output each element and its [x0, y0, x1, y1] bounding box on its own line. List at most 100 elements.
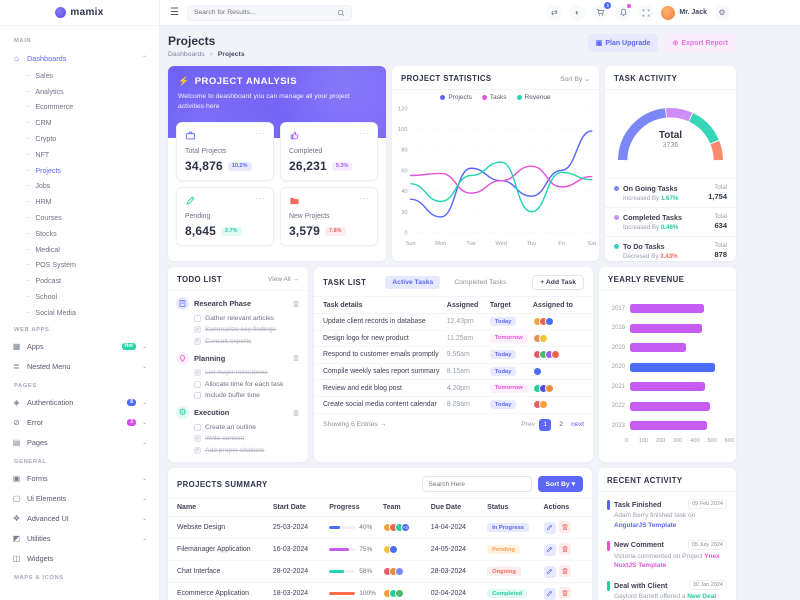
cart-icon[interactable]: 5: [592, 5, 608, 21]
sidebar-item-advanced-ui[interactable]: ❖Advanced UI⌄: [0, 509, 159, 529]
legend-item-projects[interactable]: Projects: [440, 94, 471, 101]
fullscreen-icon[interactable]: [638, 5, 654, 21]
sidebar-item-nft[interactable]: –NFT: [0, 147, 159, 163]
add-task-button[interactable]: + Add Task: [532, 275, 584, 290]
trash-icon[interactable]: [292, 300, 300, 308]
revenue-bar[interactable]: [630, 343, 686, 352]
edit-button[interactable]: [544, 544, 556, 556]
todo-item[interactable]: ✓Consult experts: [194, 338, 300, 345]
sidebar-item-ui-elements[interactable]: ▢Ui Elements⌄: [0, 489, 159, 509]
sidebar-item-sales[interactable]: –Sales: [0, 68, 159, 84]
theme-icon[interactable]: ◐: [569, 5, 585, 21]
language-icon[interactable]: ⇄: [546, 5, 562, 21]
page-2[interactable]: 2: [555, 419, 567, 431]
search-input[interactable]: [194, 9, 333, 16]
edit-button[interactable]: [544, 588, 556, 600]
delete-button[interactable]: [559, 587, 571, 599]
activity-link[interactable]: AngularJS Template: [614, 522, 676, 529]
notification-bell-icon[interactable]: [615, 5, 631, 21]
trash-icon[interactable]: [292, 354, 300, 362]
tab-completed-tasks[interactable]: Completed Tasks: [447, 276, 513, 289]
table-row[interactable]: Compile weekly sales report summary 8.15…: [314, 364, 593, 381]
table-row[interactable]: Design logo for new product 11.25am Tomo…: [314, 331, 593, 348]
todo-item[interactable]: Gather relevant articles: [194, 315, 300, 322]
sidebar-item-analytics[interactable]: –Analytics: [0, 84, 159, 100]
table-row[interactable]: Website Design 25-03-2024 40% +2 14-04-2…: [168, 517, 592, 539]
settings-gear-icon[interactable]: ⚙: [714, 5, 730, 21]
checkbox[interactable]: ✓: [194, 369, 201, 376]
checkbox[interactable]: ✓: [194, 447, 201, 454]
export-report-button[interactable]: ⊕Export Report: [664, 34, 736, 52]
breadcrumb-parent[interactable]: Dashboards: [168, 51, 205, 58]
sidebar-item-medical[interactable]: –Medical: [0, 242, 159, 258]
checkbox[interactable]: [194, 424, 201, 431]
checkbox[interactable]: ✓: [194, 326, 201, 333]
sidebar-item-jobs[interactable]: –Jobs: [0, 179, 159, 195]
table-row[interactable]: Filemanager Application 16-03-2024 75% 2…: [168, 539, 592, 561]
sort-by-dropdown[interactable]: Sort By ⌄: [560, 75, 590, 83]
table-row[interactable]: Review and edit blog post 4.20pm Tomorro…: [314, 380, 593, 397]
logo[interactable]: mamix: [0, 0, 159, 26]
table-row[interactable]: Ecommerce Application 18-03-2024 100% 02…: [168, 583, 592, 600]
delete-button[interactable]: [559, 565, 571, 577]
search-icon[interactable]: [337, 9, 345, 17]
sidebar-item-pages[interactable]: ▤Pages⌄: [0, 433, 159, 453]
sidebar-item-apps[interactable]: ▦AppsHot⌄: [0, 337, 159, 357]
sidebar-item-school[interactable]: –School: [0, 289, 159, 305]
checkbox[interactable]: [194, 315, 201, 322]
todo-item[interactable]: ✓List major milestones: [194, 369, 300, 376]
sidebar-item-error[interactable]: ⊘Error3⌄: [0, 413, 159, 433]
sidebar-item-utilities[interactable]: ◩Utilities⌄: [0, 529, 159, 549]
table-row[interactable]: Update client records in database 12.43p…: [314, 314, 593, 331]
user-menu[interactable]: Mr. Jack: [661, 6, 707, 20]
todo-item[interactable]: ✓Summarize key findings: [194, 326, 300, 333]
checkbox[interactable]: [194, 381, 201, 388]
tab-active-tasks[interactable]: Active Tasks: [385, 276, 440, 289]
global-search[interactable]: [187, 5, 352, 21]
todo-item[interactable]: Create an outline: [194, 424, 300, 431]
checkbox[interactable]: ✓: [194, 338, 201, 345]
sidebar-item-stocks[interactable]: –Stocks: [0, 226, 159, 242]
checkbox[interactable]: ✓: [194, 435, 201, 442]
table-row[interactable]: Respond to customer emails promptly 9.56…: [314, 347, 593, 364]
hamburger-icon[interactable]: ☰: [170, 7, 179, 18]
edit-button[interactable]: [544, 566, 556, 578]
more-options-icon[interactable]: ...: [255, 195, 265, 199]
table-row[interactable]: Chat Interface 28-02-2024 58% 28-03-2024…: [168, 561, 592, 583]
sidebar-item-hrm[interactable]: –HRM: [0, 194, 159, 210]
legend-item-tasks[interactable]: Tasks: [482, 94, 507, 101]
more-options-icon[interactable]: ...: [255, 130, 265, 134]
revenue-bar[interactable]: [630, 421, 707, 430]
sidebar-item-ecommerce[interactable]: –Ecommerce: [0, 100, 159, 116]
sidebar-item-podcast[interactable]: –Podcast: [0, 273, 159, 289]
delete-button[interactable]: [559, 543, 571, 555]
todo-item[interactable]: ✓Write content: [194, 435, 300, 442]
sort-by-button[interactable]: Sort By ▾: [538, 476, 583, 492]
delete-button[interactable]: [559, 521, 571, 533]
view-all-link[interactable]: View All →: [268, 276, 299, 283]
page-1[interactable]: 1: [539, 419, 551, 431]
sidebar-item-social-media[interactable]: –Social Media: [0, 305, 159, 321]
activity-link[interactable]: Ynex NuxtJS Template: [614, 553, 720, 570]
sidebar-item-widgets[interactable]: ◫Widgets: [0, 549, 159, 569]
revenue-bar[interactable]: [630, 304, 704, 313]
sidebar-item-projects[interactable]: –Projects: [0, 163, 159, 179]
revenue-bar[interactable]: [630, 402, 710, 411]
activity-link[interactable]: New Deal: [687, 593, 716, 600]
revenue-bar[interactable]: [630, 324, 702, 333]
sidebar-item-forms[interactable]: ▣Forms⌄: [0, 469, 159, 489]
todo-item[interactable]: ✓Add proper citations: [194, 447, 300, 454]
sidebar-item-dashboards[interactable]: ⌂ Dashboards ⌃: [0, 48, 159, 68]
todo-item[interactable]: Allocate time for each task: [194, 381, 300, 388]
legend-item-revenue[interactable]: Revenue: [517, 94, 551, 101]
checkbox[interactable]: [194, 392, 201, 399]
prev-page[interactable]: Prev: [521, 421, 535, 428]
plan-upgrade-button[interactable]: ▣Plan Upgrade: [588, 34, 659, 52]
table-row[interactable]: Create social media content calendar 8.2…: [314, 397, 593, 414]
revenue-bar[interactable]: [630, 382, 705, 391]
revenue-bar[interactable]: [630, 363, 715, 372]
sidebar-item-authentication[interactable]: ◈Authentication8⌄: [0, 393, 159, 413]
table-search-input[interactable]: [422, 476, 532, 492]
sidebar-item-crm[interactable]: –CRM: [0, 115, 159, 131]
sidebar-item-courses[interactable]: –Courses: [0, 210, 159, 226]
